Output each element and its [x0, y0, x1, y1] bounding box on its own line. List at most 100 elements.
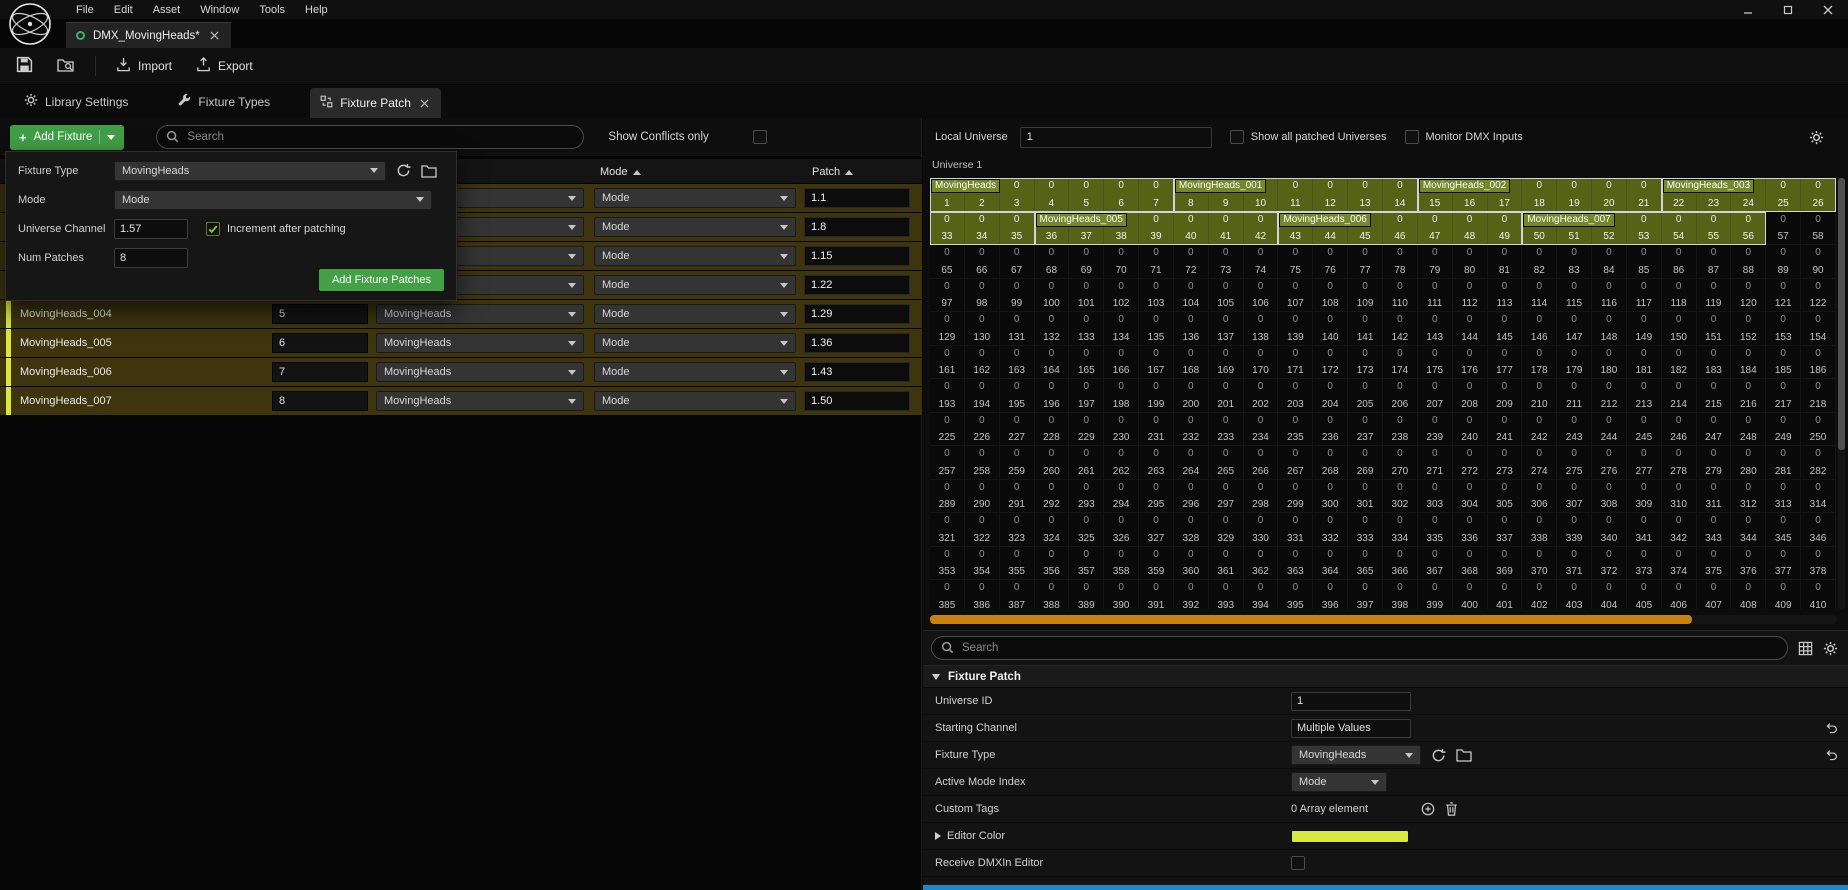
- close-icon[interactable]: [1808, 0, 1848, 19]
- expander-right-icon[interactable]: [935, 832, 941, 840]
- mode-dropdown[interactable]: Mode: [594, 304, 796, 324]
- patched-fixture-group[interactable]: MovingHeads_006043044045046047048049: [1278, 212, 1522, 246]
- dmx-channel-cell: 0354: [965, 547, 1000, 581]
- num-patches-input[interactable]: [114, 248, 188, 268]
- dmx-channel-cell: 0215: [1697, 379, 1732, 413]
- fixture-color-bar: [6, 358, 11, 386]
- save-button[interactable]: [12, 52, 37, 80]
- mode-dropdown[interactable]: Mode: [594, 217, 796, 237]
- patched-fixture-group[interactable]: 033034035: [930, 212, 1035, 246]
- gear-icon[interactable]: [1823, 641, 1838, 656]
- mode-dropdown[interactable]: Mode: [594, 391, 796, 411]
- close-icon[interactable]: [208, 29, 221, 42]
- asset-toolbar: Import Export: [0, 48, 1848, 85]
- dmx-channel-cell: 049: [1488, 212, 1523, 246]
- fixture-id-field[interactable]: 6: [272, 333, 368, 353]
- reset-to-default-icon[interactable]: [1825, 749, 1838, 762]
- increment-checkbox[interactable]: [206, 222, 220, 236]
- use-selected-asset-icon[interactable]: [1431, 748, 1446, 763]
- mode-dropdown[interactable]: Mode: [594, 362, 796, 382]
- mode-dropdown[interactable]: Mode: [594, 333, 796, 353]
- dmx-channel-cell: 0329: [1209, 513, 1244, 547]
- table-view-icon[interactable]: [1798, 641, 1813, 656]
- browse-asset-icon[interactable]: [1456, 748, 1472, 762]
- fixture-type-dropdown[interactable]: MovingHeads: [376, 391, 584, 411]
- patched-fixture-group[interactable]: MovingHeads_005036037038039040041042: [1035, 212, 1279, 246]
- asset-tab-dmx-movingheads[interactable]: DMX_MovingHeads*: [66, 22, 231, 48]
- universe-channel-input[interactable]: [114, 219, 188, 239]
- add-element-icon[interactable]: [1421, 802, 1435, 816]
- dmx-channel-cell: 0212: [1592, 379, 1627, 413]
- fixture-type-label: Fixture Type: [18, 165, 114, 177]
- patched-fixture-group[interactable]: MovingHeads01020304050607: [930, 178, 1174, 212]
- fixture-id-field[interactable]: 5: [272, 304, 368, 324]
- fixture-type-dropdown[interactable]: MovingHeads: [114, 161, 386, 181]
- tab-fixture-types[interactable]: Fixture Types: [168, 88, 280, 115]
- sort-ascending-icon: [633, 170, 641, 175]
- local-universe-input[interactable]: [1020, 127, 1212, 148]
- active-mode-dropdown[interactable]: Mode: [1291, 772, 1387, 792]
- reset-to-default-icon[interactable]: [1825, 722, 1838, 735]
- restore-icon[interactable]: [1768, 0, 1808, 19]
- fixture-patch-row[interactable]: MovingHeads_0067MovingHeadsMode1.43: [0, 358, 922, 386]
- dmx-channel-cell: 0183: [1697, 346, 1732, 380]
- import-button[interactable]: Import: [112, 53, 176, 79]
- patched-fixture-group[interactable]: MovingHeads_002015016017018019020021: [1418, 178, 1662, 212]
- fixture-type-dropdown[interactable]: MovingHeads: [376, 333, 584, 353]
- close-icon[interactable]: [418, 97, 431, 110]
- vertical-scrollbar-thumb[interactable]: [1838, 178, 1845, 450]
- fixture-type-dropdown[interactable]: MovingHeads: [376, 362, 584, 382]
- mode-dropdown[interactable]: Mode: [594, 188, 796, 208]
- menu-asset[interactable]: Asset: [143, 2, 191, 18]
- patched-fixture-group[interactable]: MovingHeads_0010809010011012013014: [1174, 178, 1418, 212]
- patched-fixture-group[interactable]: MovingHeads_003022023024025026: [1662, 178, 1836, 212]
- dmx-channel-cell: 0360: [1174, 547, 1209, 581]
- menu-tools[interactable]: Tools: [249, 2, 295, 18]
- browse-asset-icon[interactable]: [421, 164, 437, 178]
- fixture-id-field[interactable]: 8: [272, 391, 368, 411]
- fixture-patch-section-header[interactable]: Fixture Patch: [923, 665, 1848, 688]
- dmx-channel-cell: 081: [1488, 245, 1523, 279]
- receive-dmx-checkbox[interactable]: [1291, 856, 1305, 870]
- gear-icon[interactable]: [1809, 130, 1824, 145]
- mode-dropdown[interactable]: Mode: [114, 190, 432, 210]
- trash-icon[interactable]: [1445, 802, 1458, 816]
- show-all-universes-checkbox[interactable]: [1230, 130, 1244, 144]
- tab-library-settings[interactable]: Library Settings: [14, 88, 138, 115]
- export-button[interactable]: Export: [192, 53, 257, 79]
- fixture-patch-row[interactable]: MovingHeads_0056MovingHeadsMode1.36: [0, 329, 922, 357]
- fixture-patch-row[interactable]: MovingHeads_0045MovingHeadsMode1.29: [0, 300, 922, 328]
- patched-fixture-group[interactable]: MovingHeads_007050051052053054055056: [1522, 212, 1766, 246]
- use-selected-asset-icon[interactable]: [396, 163, 411, 178]
- fixture-type-dropdown[interactable]: MovingHeads: [376, 304, 584, 324]
- mode-dropdown[interactable]: Mode: [594, 246, 796, 266]
- vertical-scrollbar: [1838, 178, 1845, 609]
- patch-column-header[interactable]: Patch: [812, 166, 853, 178]
- mode-column-header[interactable]: Mode: [600, 166, 641, 178]
- browse-to-asset-button[interactable]: [53, 53, 79, 80]
- dmx-channel-cell: 011: [1278, 178, 1313, 212]
- search-input[interactable]: [156, 125, 584, 149]
- fixture-patch-row[interactable]: MovingHeads_0078MovingHeadsMode1.50: [0, 387, 922, 415]
- add-fixture-patches-button[interactable]: Add Fixture Patches: [319, 269, 444, 291]
- minimize-icon[interactable]: [1728, 0, 1768, 19]
- menu-edit[interactable]: Edit: [104, 2, 143, 18]
- universe-id-input[interactable]: [1291, 692, 1411, 711]
- tab-fixture-patch[interactable]: Fixture Patch: [310, 88, 441, 118]
- menu-help[interactable]: Help: [295, 2, 338, 18]
- search-input[interactable]: [931, 636, 1788, 660]
- horizontal-scrollbar-thumb[interactable]: [930, 615, 1692, 624]
- monitor-dmx-checkbox[interactable]: [1405, 130, 1419, 144]
- add-fixture-button[interactable]: + Add Fixture: [10, 125, 124, 150]
- fixture-id-field[interactable]: 7: [272, 362, 368, 382]
- menu-window[interactable]: Window: [190, 2, 249, 18]
- property-row-active-mode: Active Mode Index Mode: [923, 769, 1848, 796]
- editor-color-swatch[interactable]: [1291, 830, 1409, 843]
- starting-channel-input[interactable]: [1291, 719, 1411, 738]
- dmx-channel-cell: 0115: [1557, 279, 1592, 313]
- mode-dropdown[interactable]: Mode: [594, 275, 796, 295]
- fixture-type-dropdown[interactable]: MovingHeads: [1291, 745, 1421, 765]
- chevron-down-icon: [568, 283, 576, 288]
- show-conflicts-checkbox[interactable]: [753, 130, 767, 144]
- menu-file[interactable]: File: [66, 2, 104, 18]
